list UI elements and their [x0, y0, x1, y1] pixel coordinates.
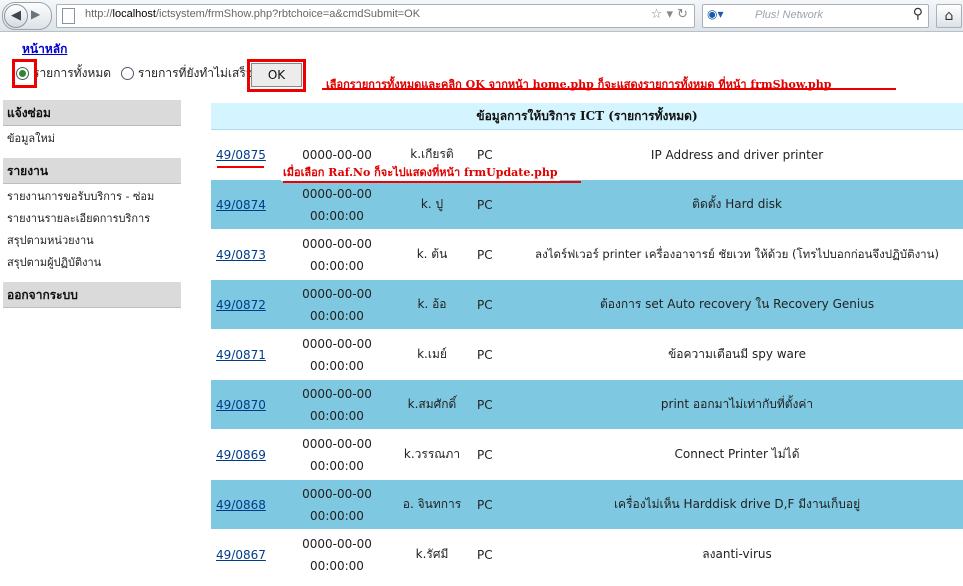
table-title: ข้อมูลการให้บริการ ICT (รายการทั้งหมด) — [211, 103, 963, 130]
table-row: 49/0872 0000-00-00 00:00:00 k. อ้อ PC ต้อ… — [211, 279, 963, 330]
top-annotation-underline — [322, 88, 896, 90]
row-date: 0000-00-00 — [302, 436, 372, 451]
radio-pending-option[interactable]: รายการที่ยังทำไม่เสร็จ — [120, 64, 253, 83]
row-description: ข้อความเตือนมี spy ware — [511, 329, 963, 380]
ref-link[interactable]: 49/0874 — [216, 198, 266, 212]
sidebar-section-repair: แจ้งซ่อม — [3, 100, 181, 126]
sidebar-item-new-data[interactable]: ข้อมูลใหม่ — [3, 126, 181, 148]
radio-pending[interactable] — [120, 67, 134, 80]
radio-all-label: รายการทั้งหมด — [33, 66, 112, 80]
row-date: 0000-00-00 — [302, 236, 372, 251]
ref-annotation: เมื่อเลือก Raf.No ก็จะไปแสดงที่หน้า frmU… — [281, 163, 560, 181]
row-person: k.สมศักดิ์ — [393, 379, 471, 430]
top-annotation: เลือกรายการทั้งหมดและคลิก OK จากหน้า hom… — [326, 78, 832, 91]
search-placeholder: Plus! Network — [755, 9, 823, 21]
table-row: 49/0868 0000-00-00 00:00:00 อ. จินทการ PC… — [211, 479, 963, 530]
row-time: 00:00:00 — [310, 358, 364, 373]
ref-link[interactable]: 49/0867 — [216, 548, 266, 562]
search-icon[interactable]: ⚲ — [913, 6, 923, 22]
forward-arrow-icon[interactable]: ▶ — [31, 7, 40, 21]
row-category: PC — [471, 479, 511, 530]
row-description: เครื่องไม่เห็น Harddisk drive D,F มีงานเ… — [511, 479, 963, 530]
row-description: print ออกมาไม่เท่ากับที่ตั้งค่า — [511, 379, 963, 430]
ref-underline — [217, 166, 264, 168]
row-person: k.วรรณภา — [393, 429, 471, 480]
row-person: k.เมย์ — [393, 329, 471, 380]
row-date: 0000-00-00 — [302, 336, 372, 351]
row-category: PC — [471, 529, 511, 580]
ref-link[interactable]: 49/0869 — [216, 448, 266, 462]
address-bar[interactable]: http://localhost/ictsystem/frmShow.php?r… — [56, 4, 695, 28]
ref-link[interactable]: 49/0873 — [216, 248, 266, 262]
row-date: 0000-00-00 — [302, 536, 372, 551]
row-time: 00:00:00 — [310, 508, 364, 523]
row-time: 00:00:00 — [310, 458, 364, 473]
table-row: 49/0867 0000-00-00 00:00:00 k.รัศมี PC ลง… — [211, 529, 963, 580]
row-person: k. ปู — [393, 179, 471, 230]
row-time: 00:00:00 — [310, 258, 364, 273]
ref-link[interactable]: 49/0872 — [216, 298, 266, 312]
row-description: ต้องการ set Auto recovery ใน Recovery Ge… — [511, 279, 963, 330]
table-row: 49/0873 0000-00-00 00:00:00 k. ต้น PC ลงไ… — [211, 229, 963, 280]
table-row: 49/0870 0000-00-00 00:00:00 k.สมศักดิ์ PC… — [211, 379, 963, 430]
ok-highlight-box — [247, 59, 306, 92]
sidebar-item-logout[interactable]: ออกจากระบบ — [3, 282, 181, 308]
sidebar: แจ้งซ่อม ข้อมูลใหม่ รายงาน รายงานการขอรั… — [3, 100, 181, 308]
row-description: ติดตั้ง Hard disk — [511, 179, 963, 230]
sidebar-section-report: รายงาน — [3, 158, 181, 184]
choice-radios: รายการทั้งหมด รายการที่ยังทำไม่เสร็จ — [16, 64, 259, 84]
home-icon[interactable]: ⌂ — [936, 4, 962, 28]
row-date: 0000-00-00 — [302, 186, 372, 201]
ref-annotation-underline — [283, 181, 581, 183]
table-row: 49/0874 0000-00-00 00:00:00 k. ปู PC ติดต… — [211, 179, 963, 230]
row-time: 00:00:00 — [310, 408, 364, 423]
row-person: k.รัศมี — [393, 529, 471, 580]
row-date: 0000-00-00 — [302, 386, 372, 401]
ref-link[interactable]: 49/0875 — [216, 148, 266, 162]
row-category: PC — [471, 379, 511, 430]
row-description: ลงไดร์ฟเวอร์ printer เครื่องอาจารย์ ชัยเ… — [511, 229, 963, 280]
row-category: PC — [471, 179, 511, 230]
home-link[interactable]: หน้าหลัก — [22, 40, 67, 59]
radio-pending-label: รายการที่ยังทำไม่เสร็จ — [137, 66, 253, 80]
url-text: http://localhost/ictsystem/frmShow.php?r… — [85, 8, 421, 20]
browser-toolbar: ◀ ▶ http://localhost/ictsystem/frmShow.p… — [0, 0, 963, 32]
row-category: PC — [471, 279, 511, 330]
row-category: PC — [471, 329, 511, 380]
table-row: 49/0871 0000-00-00 00:00:00 k.เมย์ PC ข้อ… — [211, 329, 963, 380]
back-arrow-icon[interactable]: ◀ — [4, 4, 28, 28]
row-description: Connect Printer ไม่ได้ — [511, 429, 963, 480]
page-icon — [62, 8, 75, 24]
row-description: IP Address and driver printer — [511, 129, 963, 180]
row-date: 0000-00-00 — [302, 486, 372, 501]
row-person: อ. จินทการ — [393, 479, 471, 530]
ref-link[interactable]: 49/0870 — [216, 398, 266, 412]
ref-link[interactable]: 49/0868 — [216, 498, 266, 512]
bookmark-star-icon[interactable]: ☆ ▾ ↻ — [651, 7, 688, 22]
row-date: 0000-00-00 — [302, 286, 372, 301]
search-bar[interactable]: ◉▾ Plus! Network ⚲ — [702, 4, 929, 28]
nav-buttons: ◀ ▶ — [2, 2, 52, 30]
sidebar-item-service-request-report[interactable]: รายงานการขอรับบริการ - ซ่อม — [3, 184, 181, 206]
sidebar-item-service-detail-report[interactable]: รายงานรายละเอียดการบริการ — [3, 206, 181, 228]
search-engine-icon[interactable]: ◉▾ — [707, 7, 724, 21]
sidebar-item-summary-by-worker[interactable]: สรุปตามผู้ปฏิบัติงาน — [3, 250, 181, 272]
row-description: ลงanti-virus — [511, 529, 963, 580]
row-category: PC — [471, 229, 511, 280]
radio-highlight-box — [12, 59, 37, 88]
row-time: 00:00:00 — [310, 308, 364, 323]
row-time: 00:00:00 — [310, 558, 364, 573]
row-date: 0000-00-00 — [302, 147, 372, 162]
sidebar-item-summary-by-unit[interactable]: สรุปตามหน่วยงาน — [3, 228, 181, 250]
ref-link[interactable]: 49/0871 — [216, 348, 266, 362]
row-category: PC — [471, 429, 511, 480]
row-person: k. ต้น — [393, 229, 471, 280]
row-person: k. อ้อ — [393, 279, 471, 330]
table-row: 49/0869 0000-00-00 00:00:00 k.วรรณภา PC C… — [211, 429, 963, 480]
row-time: 00:00:00 — [310, 208, 364, 223]
